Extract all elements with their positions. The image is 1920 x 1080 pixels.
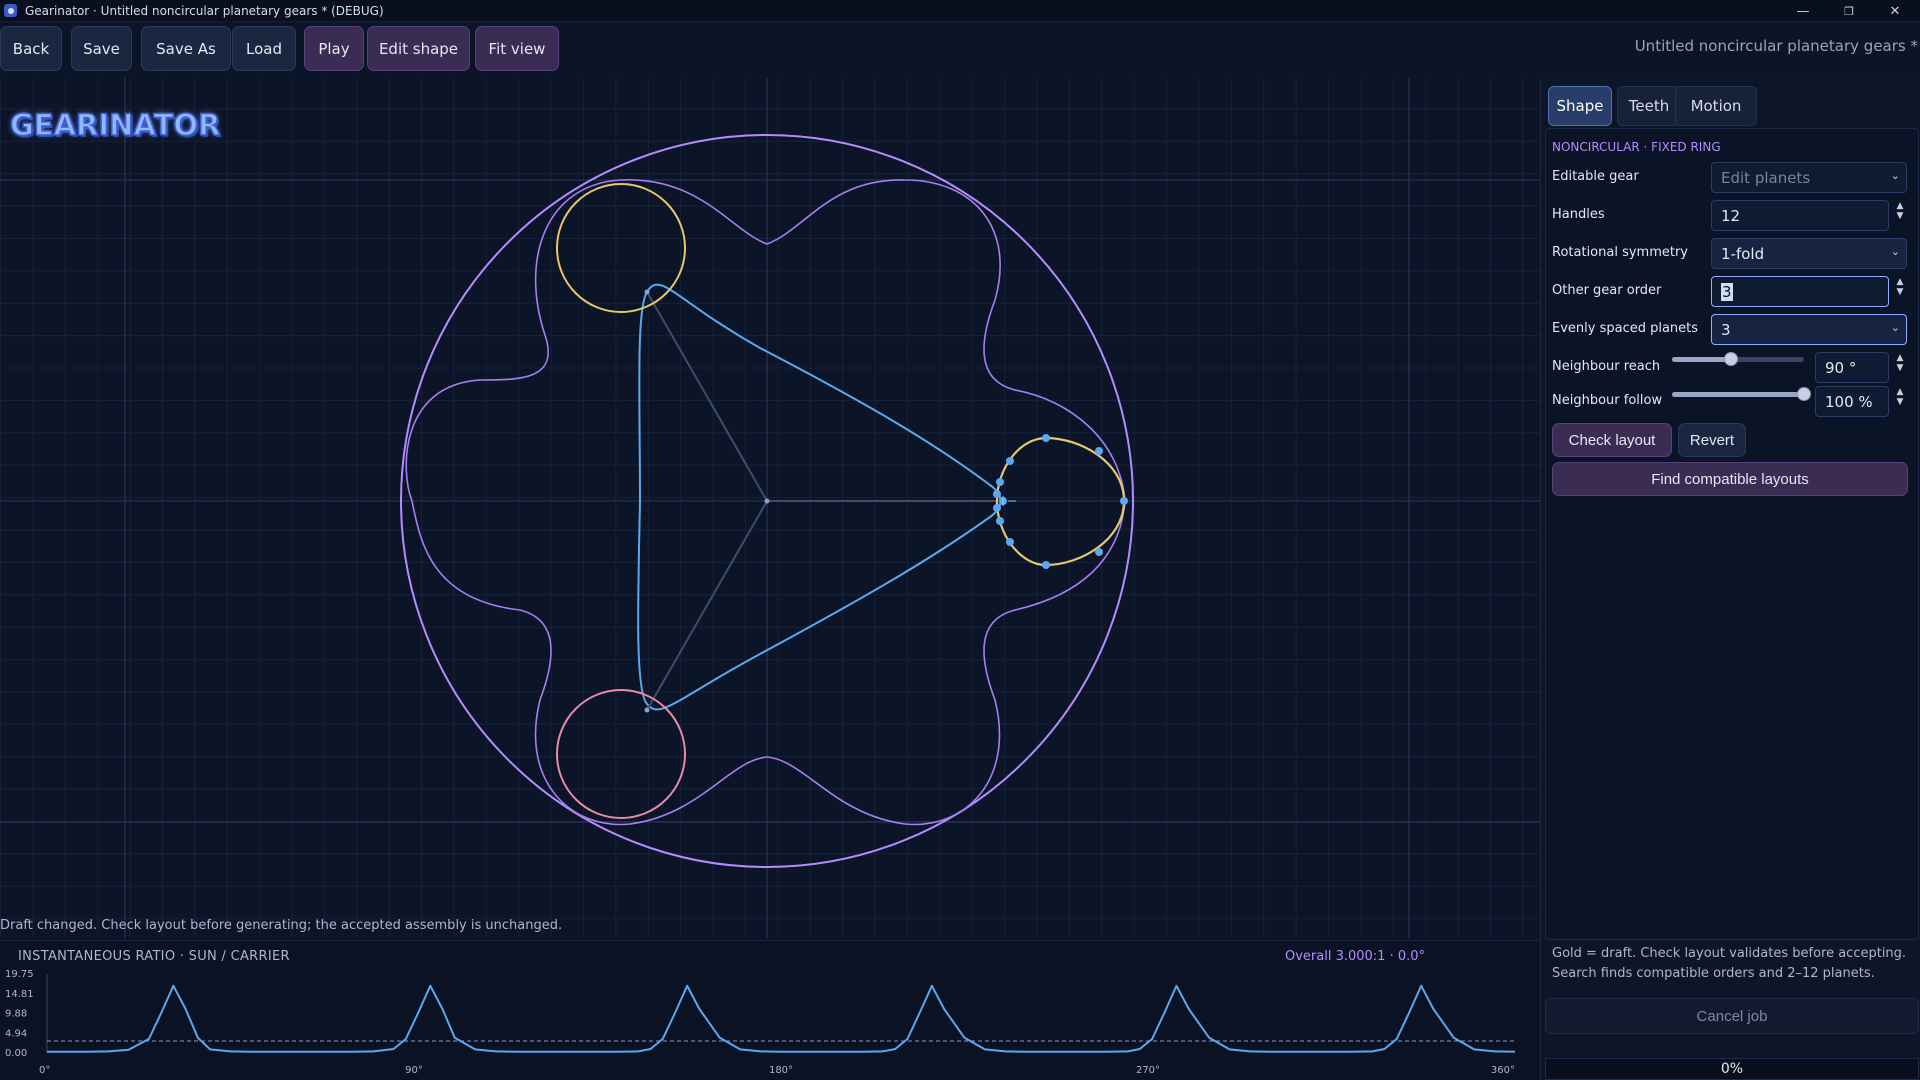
x-tick-label: 0° [39, 1065, 50, 1076]
y-tick-label: 4.94 [5, 1028, 27, 1039]
revert-button[interactable]: Revert [1678, 423, 1746, 457]
panel-hint-text: Gold = draft. Check layout validates bef… [1552, 946, 1907, 981]
rotational-symmetry-value: 1-fold [1721, 244, 1765, 263]
editable-gear-value: Edit planets [1721, 168, 1811, 187]
other-gear-order-stepper[interactable]: ▲ ▼ [1894, 277, 1906, 297]
check-layout-button[interactable]: Check layout [1552, 423, 1672, 457]
cancel-job-button[interactable]: Cancel job [1545, 998, 1919, 1034]
neighbour-follow-value: 100 % [1825, 392, 1873, 411]
tab-teeth[interactable]: Teeth [1617, 86, 1681, 126]
y-tick-label: 0.00 [5, 1048, 27, 1059]
y-tick-label: 9.88 [5, 1009, 27, 1020]
neighbour-follow-label: Neighbour follow [1552, 393, 1663, 408]
neighbour-follow-input[interactable]: 100 % [1815, 386, 1889, 417]
section-title: NONCIRCULAR · FIXED RING [1552, 140, 1721, 154]
rotational-symmetry-label: Rotational symmetry [1552, 245, 1689, 260]
job-progress: 0% [1545, 1058, 1919, 1080]
edit-shape-button[interactable]: Edit shape [367, 26, 470, 71]
evenly-spaced-planets-value: 3 [1721, 320, 1731, 339]
load-button[interactable]: Load [232, 26, 296, 71]
chevron-down-icon: ⌄ [1890, 245, 1900, 258]
save-as-button[interactable]: Save As [141, 26, 231, 71]
x-tick-label: 360° [1491, 1065, 1515, 1076]
other-gear-order-value: 3 [1721, 282, 1733, 301]
x-tick-label: 180° [769, 1065, 793, 1076]
fit-view-button[interactable]: Fit view [475, 26, 559, 71]
window-title: Gearinator · Untitled noncircular planet… [25, 3, 384, 18]
x-tick-label: 270° [1136, 1065, 1160, 1076]
neighbour-reach-value: 90 ° [1825, 358, 1857, 377]
gearinator-logo: GEARINATOR [9, 107, 221, 143]
editable-gear-select[interactable]: Edit planets ⌄ [1711, 162, 1907, 193]
ratio-chart-panel: INSTANTANEOUS RATIO · SUN / CARRIER Over… [0, 940, 1540, 1080]
close-button[interactable]: ✕ [1872, 0, 1918, 22]
status-message: Draft changed. Check layout before gener… [0, 918, 563, 933]
rotational-symmetry-select[interactable]: 1-fold ⌄ [1711, 238, 1907, 269]
gear-canvas[interactable] [0, 78, 1540, 938]
evenly-spaced-planets-label: Evenly spaced planets [1552, 321, 1699, 336]
handles-input[interactable]: 12 [1711, 200, 1889, 231]
ratio-series-line [47, 984, 1516, 1053]
handles-stepper[interactable]: ▲ ▼ [1894, 201, 1906, 221]
neighbour-reach-slider[interactable] [1672, 352, 1804, 366]
handles-value: 12 [1721, 206, 1741, 225]
neighbour-reach-stepper[interactable]: ▲ ▼ [1894, 353, 1906, 373]
neighbour-follow-stepper[interactable]: ▲ ▼ [1894, 387, 1906, 407]
neighbour-reach-label: Neighbour reach [1552, 359, 1661, 374]
tab-shape[interactable]: Shape [1548, 86, 1612, 126]
document-title: Untitled noncircular planetary gears * [1634, 37, 1918, 55]
app-icon [4, 4, 17, 17]
planet-bottom [556, 689, 686, 819]
find-compatible-layouts-button[interactable]: Find compatible layouts [1552, 462, 1908, 496]
chevron-down-icon: ⌄ [1890, 169, 1900, 182]
handles-label: Handles [1552, 207, 1605, 222]
back-button[interactable]: Back [0, 26, 62, 71]
editable-gear-label: Editable gear [1552, 169, 1639, 184]
x-tick-label: 90° [405, 1065, 423, 1076]
ratio-chart: 19.75 14.81 9.88 4.94 0.00 0° 90° 180° 270° 360° [5, 969, 1516, 1076]
planet-top [556, 183, 686, 313]
neighbour-reach-fill [1672, 357, 1732, 362]
play-button[interactable]: Play [304, 26, 364, 71]
neighbour-follow-handle[interactable] [1797, 387, 1811, 401]
neighbour-follow-slider[interactable] [1672, 387, 1811, 401]
other-gear-order-input[interactable]: 3 [1711, 276, 1889, 307]
restore-button[interactable]: ❐ [1826, 0, 1872, 22]
sun-gear-curve [637, 283, 1002, 711]
y-tick-label: 19.75 [5, 969, 34, 980]
y-tick-label: 14.81 [5, 989, 34, 1000]
evenly-spaced-planets-select[interactable]: 3 ⌄ [1711, 314, 1907, 345]
window-titlebar: Gearinator · Untitled noncircular planet… [0, 0, 1920, 22]
minimize-button[interactable]: — [1780, 0, 1826, 22]
gear-drawing[interactable] [0, 78, 1540, 938]
chevron-down-icon: ⌄ [1890, 321, 1900, 334]
tab-motion[interactable]: Motion [1675, 86, 1757, 126]
neighbour-reach-input[interactable]: 90 ° [1815, 352, 1889, 383]
neighbour-follow-fill [1672, 392, 1804, 397]
other-gear-order-label: Other gear order [1552, 283, 1662, 298]
save-button[interactable]: Save [71, 26, 132, 71]
